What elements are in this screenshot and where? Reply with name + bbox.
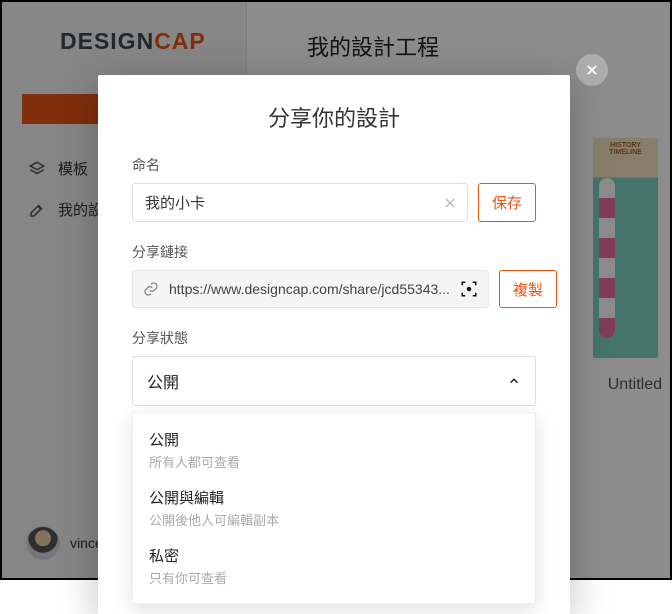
- option-public[interactable]: 公開 所有人都可查看: [133, 421, 535, 479]
- x-icon: [443, 196, 457, 210]
- share-link-text: https://www.designcap.com/share/jcd55343…: [169, 271, 450, 307]
- state-selected: 公開: [147, 369, 179, 393]
- option-desc: 只有你可查看: [149, 568, 519, 587]
- state-select[interactable]: 公開: [132, 356, 536, 406]
- qr-icon: [460, 280, 478, 298]
- link-label: 分享鏈接: [132, 242, 536, 262]
- name-label: 命名: [132, 155, 536, 175]
- state-dropdown: 公開 所有人都可查看 公開與編輯 公開後他人可編輯副本 私密 只有你可查看: [132, 412, 536, 604]
- save-button[interactable]: 保存: [478, 183, 536, 222]
- clear-name-button[interactable]: [433, 196, 467, 210]
- close-button[interactable]: [576, 54, 608, 86]
- share-modal: 分享你的設計 命名 保存 分享鏈接 https://www.designcap.…: [98, 75, 570, 614]
- qr-button[interactable]: [450, 280, 488, 298]
- modal-title: 分享你的設計: [132, 101, 536, 133]
- option-title: 公開: [149, 429, 519, 450]
- copy-button[interactable]: 複製: [499, 270, 557, 308]
- option-private[interactable]: 私密 只有你可查看: [133, 537, 535, 595]
- name-input-wrap: [132, 183, 468, 222]
- option-public-edit[interactable]: 公開與編輯 公開後他人可編輯副本: [133, 479, 535, 537]
- option-desc: 所有人都可查看: [149, 452, 519, 471]
- option-title: 公開與編輯: [149, 487, 519, 508]
- close-icon: [585, 63, 599, 77]
- chevron-up-icon: [507, 374, 521, 388]
- state-label: 分享狀態: [132, 328, 536, 348]
- option-desc: 公開後他人可編輯副本: [149, 510, 519, 529]
- link-icon: [133, 281, 169, 297]
- name-input[interactable]: [133, 184, 433, 221]
- option-title: 私密: [149, 545, 519, 566]
- share-link-box: https://www.designcap.com/share/jcd55343…: [132, 270, 489, 308]
